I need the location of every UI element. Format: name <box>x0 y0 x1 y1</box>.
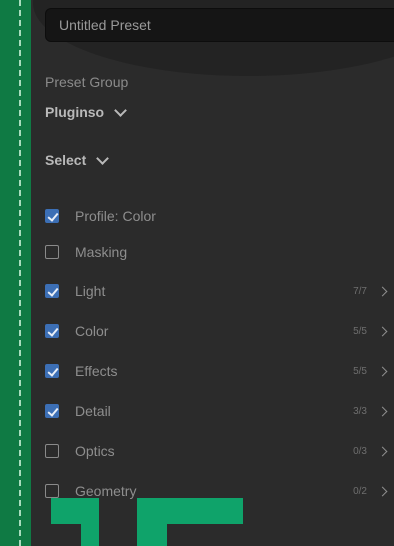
setting-label: Optics <box>75 443 115 459</box>
setting-row-detail[interactable]: Detail 3/3 <box>45 400 390 422</box>
setting-label: Light <box>75 283 106 299</box>
setting-label: Masking <box>75 244 128 260</box>
chevron-right-icon[interactable] <box>377 446 388 456</box>
checkbox[interactable] <box>45 484 59 498</box>
chevron-right-icon[interactable] <box>377 326 388 336</box>
setting-label: Geometry <box>75 483 137 499</box>
setting-row-profile[interactable]: Profile: Color <box>45 205 390 227</box>
chevron-right-icon[interactable] <box>377 366 388 376</box>
logo-shape <box>137 498 167 546</box>
setting-row-color[interactable]: Color 5/5 <box>45 320 390 342</box>
setting-label: Effects <box>75 363 118 379</box>
setting-count: 7/7 <box>353 285 367 297</box>
setting-count: 5/5 <box>353 325 367 337</box>
setting-row-light[interactable]: Light 7/7 <box>45 280 390 302</box>
checkbox[interactable] <box>45 324 59 338</box>
screen: Preset Group Pluginso Select Profile: Co… <box>0 0 394 546</box>
checkbox[interactable] <box>45 404 59 418</box>
checkbox[interactable] <box>45 284 59 298</box>
preset-group-dropdown[interactable]: Pluginso <box>45 103 127 120</box>
setting-count: 3/3 <box>353 405 367 417</box>
preset-panel: Preset Group Pluginso Select Profile: Co… <box>31 0 394 546</box>
setting-row-optics[interactable]: Optics 0/3 <box>45 440 390 462</box>
setting-count: 0/3 <box>353 445 367 457</box>
chevron-right-icon[interactable] <box>377 286 388 296</box>
preset-name-input[interactable] <box>45 8 394 42</box>
setting-row-effects[interactable]: Effects 5/5 <box>45 360 390 382</box>
chevron-down-icon <box>96 151 110 165</box>
select-label: Select <box>45 152 87 168</box>
setting-label: Color <box>75 323 109 339</box>
logo-shape <box>81 498 99 546</box>
setting-label: Detail <box>75 403 111 419</box>
checkbox[interactable] <box>45 209 59 223</box>
chevron-right-icon[interactable] <box>377 406 388 416</box>
green-side-strip <box>0 0 31 546</box>
dashed-divider <box>19 0 21 546</box>
setting-label: Profile: Color <box>75 208 156 224</box>
setting-count: 0/2 <box>353 485 367 497</box>
preset-group-label: Preset Group <box>45 74 129 90</box>
select-dropdown[interactable]: Select <box>45 151 110 168</box>
chevron-down-icon <box>114 103 127 117</box>
preset-group-value: Pluginso <box>45 104 105 120</box>
setting-count: 5/5 <box>353 365 367 377</box>
checkbox[interactable] <box>45 444 59 458</box>
checkbox[interactable] <box>45 364 59 378</box>
checkbox[interactable] <box>45 245 59 259</box>
chevron-right-icon[interactable] <box>377 486 388 496</box>
setting-row-masking[interactable]: Masking <box>45 241 390 263</box>
